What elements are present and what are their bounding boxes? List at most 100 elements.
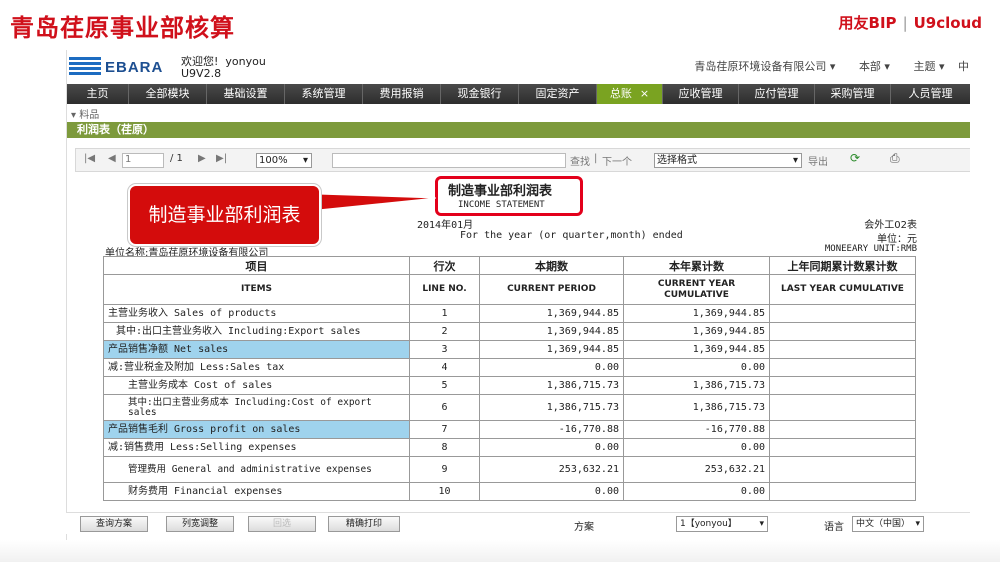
welcome-block: 欢迎您! yonyou U9V2.8 bbox=[181, 56, 266, 80]
find-input[interactable] bbox=[332, 153, 566, 168]
callout-arrow bbox=[318, 193, 437, 211]
table-row[interactable]: 财务费用 Financial expenses 10 0.00 0.00 bbox=[103, 482, 916, 501]
menu-cash-bank[interactable]: 现金银行 bbox=[441, 84, 519, 104]
row-current: -16,770.88 bbox=[479, 420, 624, 439]
menu-receivables[interactable]: 应收管理 bbox=[663, 84, 739, 104]
table-row[interactable]: 其中:出口主营业务收入 Including:Export sales 2 1,3… bbox=[103, 322, 916, 341]
language-select[interactable]: 中文（中国） ▾ bbox=[852, 516, 924, 532]
table-row[interactable]: 产品销售净额 Net sales 3 1,369,944.85 1,369,94… bbox=[103, 340, 916, 359]
menu-general-ledger[interactable]: 总账 × bbox=[597, 84, 663, 104]
header-line-cn: 行次 bbox=[409, 256, 480, 275]
brand-bip: 用友BIP bbox=[838, 14, 897, 32]
table-row[interactable]: 主营业务成本 Cost of sales 5 1,386,715.73 1,38… bbox=[103, 376, 916, 395]
row-cumulative: 0.00 bbox=[623, 482, 770, 501]
scheme-select[interactable]: 1【yonyou】 ▾ bbox=[676, 516, 768, 532]
top-link-dept[interactable]: 本部 ▾ bbox=[849, 60, 890, 73]
menu-fixed-assets[interactable]: 固定资产 bbox=[519, 84, 597, 104]
callout-box: 制造事业部利润表 bbox=[128, 184, 321, 246]
user-name[interactable]: yonyou bbox=[225, 55, 265, 68]
precise-print-button[interactable]: 精确打印 bbox=[328, 516, 400, 532]
table-row[interactable]: 减:营业税金及附加 Less:Sales tax 4 0.00 0.00 bbox=[103, 358, 916, 377]
slide-footer-decoration bbox=[0, 540, 1000, 562]
query-scheme-button[interactable]: 查询方案 bbox=[80, 516, 148, 532]
find-button[interactable]: 查找 bbox=[570, 153, 590, 168]
row-current: 0.00 bbox=[479, 358, 624, 377]
page-input[interactable]: 1 bbox=[122, 153, 164, 168]
menu-home[interactable]: 主页 bbox=[67, 84, 129, 104]
row-item: 产品销售净额 Net sales bbox=[103, 340, 410, 359]
header-cumulative-cn: 本年累计数 bbox=[623, 256, 770, 275]
header-items-cn: 项目 bbox=[103, 256, 410, 275]
breadcrumb[interactable]: ▾ 料品 bbox=[71, 106, 99, 121]
top-link-theme[interactable]: 主题 ▾ bbox=[903, 60, 944, 73]
refresh-icon[interactable]: ⟳ bbox=[850, 151, 860, 165]
next-page-icon[interactable]: ▶ bbox=[198, 153, 206, 164]
format-select[interactable]: 选择格式 ▾ bbox=[654, 153, 802, 168]
row-line-no: 2 bbox=[409, 322, 480, 341]
table-row[interactable]: 减:销售费用 Less:Selling expenses 8 0.00 0.00 bbox=[103, 438, 916, 457]
row-item: 主营业务收入 Sales of products bbox=[103, 304, 410, 323]
back-select-button[interactable]: 回选 bbox=[248, 516, 316, 532]
row-last-year bbox=[769, 358, 916, 377]
menu-payables[interactable]: 应付管理 bbox=[739, 84, 815, 104]
row-item: 减:营业税金及附加 Less:Sales tax bbox=[103, 358, 410, 377]
row-current: 1,369,944.85 bbox=[479, 340, 624, 359]
zoom-select[interactable]: 100% ▾ bbox=[256, 153, 312, 168]
menu-all-modules[interactable]: 全部模块 bbox=[129, 84, 207, 104]
menu-basic-settings[interactable]: 基础设置 bbox=[207, 84, 285, 104]
row-current: 253,632.21 bbox=[479, 456, 624, 483]
report-toolbar: |◀ ◀ 1 / 1 ▶ ▶| 100% ▾ 查找 | 下一个 选择格式 ▾ 导出 … bbox=[75, 148, 970, 172]
menu-personnel[interactable]: 人员管理 bbox=[891, 84, 970, 104]
table-row[interactable]: 其中:出口主营业务成本 Including:Cost of export sal… bbox=[103, 394, 916, 421]
header-last-cn: 上年同期累计数累计数 bbox=[769, 256, 916, 275]
header-last-en: LAST YEAR CUMULATIVE bbox=[769, 274, 916, 305]
last-page-icon[interactable]: ▶| bbox=[216, 153, 227, 164]
top-link-lang[interactable]: 中 bbox=[958, 60, 969, 73]
row-line-no: 8 bbox=[409, 438, 480, 457]
language-label: 语言 bbox=[824, 522, 844, 533]
row-last-year bbox=[769, 420, 916, 439]
report-period-line: For the year (or quarter,month) ended bbox=[460, 230, 683, 241]
brand-separator: | bbox=[902, 13, 908, 32]
menu-system-admin[interactable]: 系统管理 bbox=[285, 84, 363, 104]
row-item: 其中:出口主营业务收入 Including:Export sales bbox=[103, 322, 410, 341]
header-cumulative-en: CURRENT YEAR CUMULATIVE bbox=[623, 274, 770, 305]
row-last-year bbox=[769, 322, 916, 341]
table-row[interactable]: 管理费用 General and administrative expenses… bbox=[103, 456, 916, 483]
scheme-label: 方案 bbox=[574, 522, 594, 533]
menu-purchasing[interactable]: 采购管理 bbox=[815, 84, 891, 104]
report-form-no: 会外工02表 bbox=[864, 220, 917, 231]
table-row[interactable]: 主营业务收入 Sales of products 1 1,369,944.85 … bbox=[103, 304, 916, 323]
printer-icon[interactable]: ⎙ bbox=[890, 151, 900, 166]
row-line-no: 10 bbox=[409, 482, 480, 501]
brand-u9cloud: U9cloud bbox=[913, 13, 982, 32]
brand-logo: 用友BIP | U9cloud bbox=[839, 12, 982, 33]
prev-page-icon[interactable]: ◀ bbox=[108, 153, 116, 164]
chevron-down-icon: ▾ bbox=[792, 155, 798, 166]
first-page-icon[interactable]: |◀ bbox=[84, 153, 95, 164]
breadcrumb-label: 料品 bbox=[79, 110, 100, 121]
ebara-logo-icon bbox=[69, 57, 101, 77]
top-links: 青岛荏原环境设备有限公司 ▾ 本部 ▾ 主题 ▾ 中 bbox=[674, 58, 969, 74]
header-items-en: ITEMS bbox=[103, 274, 410, 305]
report-date: 2014年01月 bbox=[417, 220, 474, 231]
table-row[interactable]: 产品销售毛利 Gross profit on sales 7 -16,770.8… bbox=[103, 420, 916, 439]
close-icon[interactable]: × bbox=[640, 87, 649, 100]
export-button[interactable]: 导出 bbox=[808, 153, 828, 168]
row-item: 管理费用 General and administrative expenses bbox=[103, 456, 410, 483]
main-menu: 主页 全部模块 基础设置 系统管理 费用报销 现金银行 固定资产 总账 × 应收管… bbox=[67, 84, 970, 104]
page-total: / 1 bbox=[170, 153, 183, 164]
org-selector[interactable]: 青岛荏原环境设备有限公司 ▾ bbox=[684, 60, 835, 73]
menu-expense[interactable]: 费用报销 bbox=[363, 84, 441, 104]
row-last-year bbox=[769, 456, 916, 483]
chevron-down-icon: ▾ bbox=[759, 519, 764, 529]
header-current-cn: 本期数 bbox=[479, 256, 624, 275]
column-width-button[interactable]: 列宽调整 bbox=[166, 516, 234, 532]
find-next-button[interactable]: 下一个 bbox=[602, 153, 632, 168]
row-item: 其中:出口主营业务成本 Including:Cost of export sal… bbox=[103, 394, 410, 421]
row-cumulative: 1,369,944.85 bbox=[623, 304, 770, 323]
ebara-logo-text: EBARA bbox=[105, 59, 164, 76]
row-item: 减:销售费用 Less:Selling expenses bbox=[103, 438, 410, 457]
row-last-year bbox=[769, 304, 916, 323]
row-line-no: 6 bbox=[409, 394, 480, 421]
